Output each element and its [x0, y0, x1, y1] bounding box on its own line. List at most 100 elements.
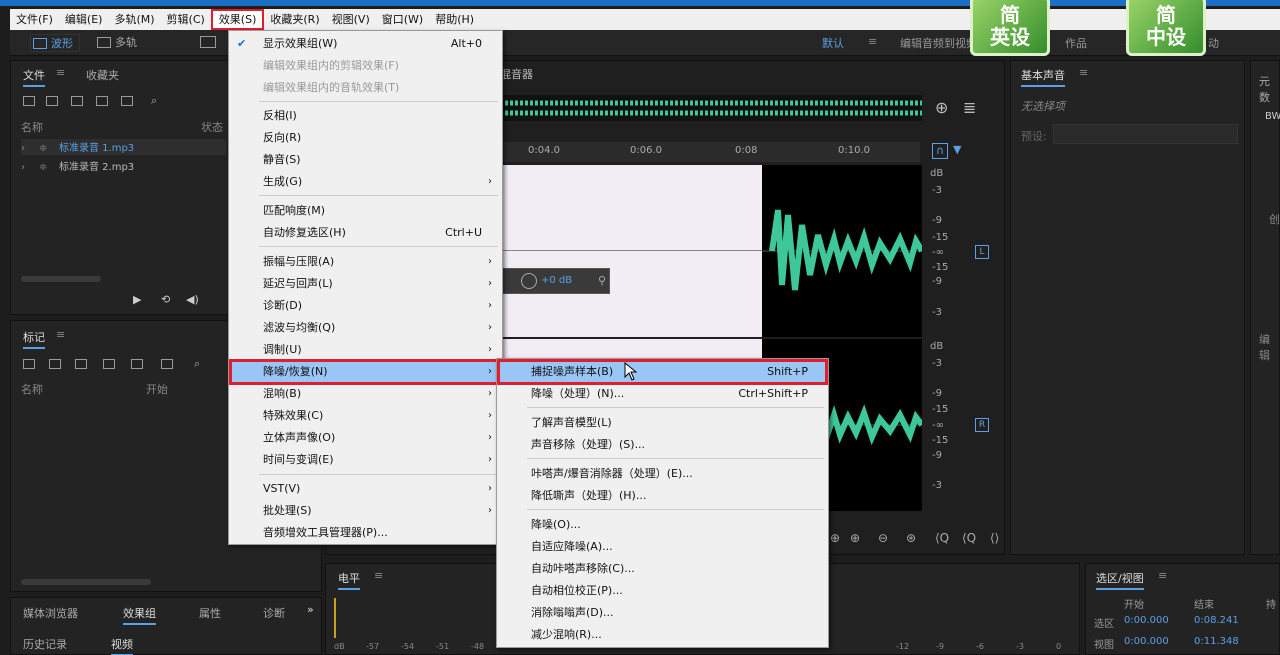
import-icon[interactable] — [46, 96, 58, 106]
export-icon[interactable] — [96, 96, 108, 106]
tab-properties[interactable]: 属性 — [199, 605, 221, 621]
delete-icon[interactable] — [121, 96, 133, 106]
play-icon[interactable]: ▶ — [133, 293, 141, 306]
zoom-in-left-icon[interactable]: ⟨Q — [935, 531, 949, 545]
menu-item-adaptive-noise-reduction[interactable]: 自适应降噪(A)... — [497, 536, 828, 558]
tab-history[interactable]: 历史记录 — [23, 636, 67, 652]
zoom-in-right-icon[interactable]: ⟨Q — [962, 531, 976, 545]
waveform-view-button[interactable]: 波形 — [30, 34, 80, 52]
menu-item-capture-noise-print[interactable]: 捕捉噪声样本(B) Shift+P — [497, 359, 828, 385]
snap-icon[interactable]: ∩ — [932, 143, 948, 159]
list-icon[interactable]: ≣ — [963, 98, 976, 117]
pin-icon[interactable]: ⚲ — [598, 274, 606, 287]
panel-menu-icon[interactable]: ≡ — [374, 569, 383, 582]
markers-title[interactable]: 标记 — [23, 329, 45, 349]
channel-l-button[interactable]: L — [975, 245, 989, 259]
menu-favorites[interactable]: 收藏夹(R) — [264, 9, 325, 30]
menu-view[interactable]: 视图(V) — [326, 9, 376, 30]
menu-file[interactable]: 文件(F) — [10, 9, 59, 30]
insert-icon[interactable] — [161, 359, 173, 369]
basic-sound-title[interactable]: 基本声音 — [1021, 67, 1065, 87]
view-start[interactable]: 0:00.000 — [1124, 636, 1169, 647]
more-icon[interactable]: » — [307, 603, 314, 616]
workspace-default[interactable]: 默认 — [822, 35, 844, 51]
file-row[interactable]: › ≑ 标准录音 2.mp3 — [21, 158, 134, 173]
zoom-out-full-icon[interactable]: ⊛ — [906, 531, 916, 545]
scrollbar[interactable] — [21, 276, 101, 282]
menu-item-diagnostics[interactable]: 诊断(D) › — [229, 295, 502, 317]
menu-item-silence[interactable]: 静音(S) — [229, 149, 502, 171]
marker-icon[interactable] — [23, 359, 35, 369]
tab-diagnostics[interactable]: 诊断 — [263, 605, 285, 621]
loop-icon[interactable]: ⟲ — [161, 293, 170, 306]
menu-item-invert[interactable]: 反相(I) — [229, 105, 502, 127]
menu-item-amplitude[interactable]: 振幅与压限(A) › — [229, 251, 502, 273]
menu-item-sound-remover[interactable]: 声音移除（处理）(S)... — [497, 434, 828, 456]
menu-item-plugin-manager[interactable]: 音频增效工具管理器(P)... — [229, 522, 502, 544]
zoom-navigator-icon[interactable]: ⊕ — [935, 98, 948, 117]
menu-item-reverse[interactable]: 反向(R) — [229, 127, 502, 149]
delete-marker-icon[interactable] — [49, 359, 61, 369]
workspace-works[interactable]: 作品 — [1065, 35, 1087, 51]
volume-hud[interactable]: +0 dB ⚲ — [502, 268, 610, 294]
workspace-edit-video[interactable]: 编辑音频到视频 — [900, 35, 977, 51]
menu-item-auto-phase-correction[interactable]: 自动相位校正(P)... — [497, 580, 828, 602]
workspace-menu-icon[interactable]: ≡ — [868, 35, 877, 48]
preset-dropdown[interactable] — [1053, 124, 1238, 144]
new-file-icon[interactable] — [71, 96, 83, 106]
volume-icon[interactable]: ◀) — [186, 293, 199, 306]
file-row[interactable]: › ≑ 标准录音 1.mp3 — [21, 139, 226, 155]
menu-item-noise-reduction[interactable]: 降噪/恢复(N) › — [229, 359, 502, 385]
tab-media-browser[interactable]: 媒体浏览器 — [23, 605, 78, 621]
menu-item-show-effects-rack[interactable]: ✔ 显示效果组(W) Alt+0 — [229, 33, 502, 55]
open-folder-icon[interactable] — [23, 96, 35, 106]
zoom-out-amplitude-icon[interactable]: ⊕ — [850, 531, 860, 545]
menu-item-batch[interactable]: 批处理(S) › — [229, 500, 502, 522]
panel-menu-icon[interactable]: ≡ — [56, 328, 65, 341]
menu-item-reverb[interactable]: 混响(B) › — [229, 383, 502, 405]
menu-item-auto-click-remover[interactable]: 自动咔嗒声移除(C)... — [497, 558, 828, 580]
tab-files[interactable]: 文件 — [23, 67, 45, 87]
bw-tab[interactable]: BW — [1265, 111, 1280, 122]
search-icon[interactable]: ⌕ — [194, 357, 200, 371]
monitor-icon[interactable] — [200, 36, 216, 48]
menu-item-time-pitch[interactable]: 时间与变调(E) › — [229, 449, 502, 471]
view-end[interactable]: 0:11.348 — [1194, 636, 1239, 647]
panel-menu-icon[interactable]: ≡ — [1158, 569, 1167, 582]
selview-title[interactable]: 选区/视图 — [1096, 570, 1144, 590]
search-icon[interactable]: ⌕ — [151, 94, 157, 108]
selection-region-left[interactable] — [500, 165, 762, 337]
editor-title[interactable]: 混音器 — [500, 66, 533, 82]
menu-item-modulation[interactable]: 调制(U) › — [229, 339, 502, 361]
panel-menu-icon[interactable]: ≡ — [56, 66, 65, 79]
menu-item-edit-clip-effects[interactable]: 编辑效果组内的剪辑效果(F) — [229, 55, 502, 77]
metadata-title[interactable]: 元数 — [1259, 73, 1279, 105]
menu-edit[interactable]: 编辑(E) — [59, 9, 109, 30]
channel-r-button[interactable]: R — [975, 418, 989, 432]
menu-item-edit-track-effects[interactable]: 编辑效果组内的音轨效果(T) — [229, 77, 502, 99]
tab-video[interactable]: 视频 — [111, 636, 133, 655]
menu-item-generate[interactable]: 生成(G) › — [229, 171, 502, 193]
pin-icon[interactable]: ▼ — [953, 143, 961, 156]
merge-icon[interactable] — [75, 359, 87, 369]
menu-multitrack[interactable]: 多轨(M) — [108, 9, 160, 30]
menu-item-filter-eq[interactable]: 滤波与均衡(Q) › — [229, 317, 502, 339]
tab-favorites[interactable]: 收藏夹 — [86, 67, 119, 83]
menu-item-denoise[interactable]: 降噪(O)... — [497, 514, 828, 536]
workspace-move[interactable]: 动 — [1208, 35, 1219, 51]
menu-effects[interactable]: 效果(S) — [210, 9, 265, 30]
menu-item-declicker[interactable]: 咔嗒声/爆音消除器（处理）(E)... — [497, 463, 828, 485]
export-marker-icon[interactable] — [131, 359, 143, 369]
panel-menu-icon[interactable]: ≡ — [1079, 66, 1088, 79]
selection-end[interactable]: 0:08.241 — [1194, 615, 1239, 626]
multitrack-view-button[interactable]: 多轨 — [95, 34, 137, 52]
menu-item-learn-sound-model[interactable]: 了解声音模型(L) — [497, 412, 828, 434]
zoom-in-amplitude-icon[interactable]: ⊕ — [830, 531, 840, 545]
menu-clip[interactable]: 剪辑(C) — [161, 9, 211, 30]
menu-item-auto-heal[interactable]: 自动修复选区(H) Ctrl+U — [229, 222, 502, 244]
menu-item-match-loudness[interactable]: 匹配响度(M) — [229, 200, 502, 222]
menu-window[interactable]: 窗口(W) — [376, 9, 429, 30]
menu-item-dehummer[interactable]: 消除嗡嗡声(D)... — [497, 602, 828, 624]
menu-item-delay[interactable]: 延迟与回声(L) › — [229, 273, 502, 295]
menu-item-noise-reduction-process[interactable]: 降噪（处理）(N)... Ctrl+Shift+P — [497, 383, 828, 405]
